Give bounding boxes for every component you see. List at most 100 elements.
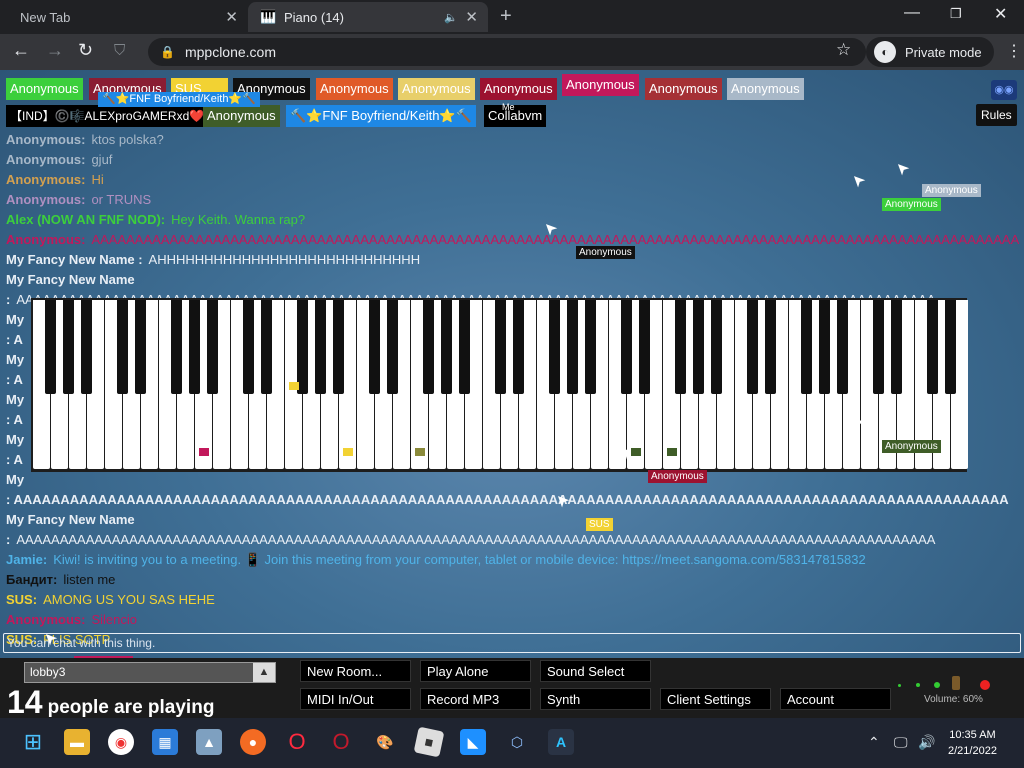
- photos-icon[interactable]: ▲: [196, 729, 222, 755]
- black-key[interactable]: [585, 300, 596, 394]
- black-key[interactable]: [135, 300, 146, 394]
- player-tag[interactable]: Anonymous: [480, 78, 557, 100]
- black-key[interactable]: [801, 300, 812, 394]
- roblox-icon[interactable]: ■: [413, 726, 445, 758]
- player-tag[interactable]: Anonymous: [203, 105, 280, 127]
- midi-button[interactable]: MIDI In/Out: [300, 688, 411, 710]
- tab-title: Piano (14): [284, 9, 344, 25]
- discord-icon[interactable]: ◉◉: [991, 80, 1017, 100]
- black-key[interactable]: [189, 300, 200, 394]
- player-tag[interactable]: Anonymous: [398, 78, 475, 100]
- play-alone-button[interactable]: Play Alone: [420, 660, 531, 682]
- black-key[interactable]: [927, 300, 938, 394]
- black-key[interactable]: [711, 300, 722, 394]
- player-tag[interactable]: Anonymous: [727, 78, 804, 100]
- black-key[interactable]: [261, 300, 272, 394]
- private-mode-badge[interactable]: ◐ Private mode: [866, 37, 994, 67]
- player-tag-self[interactable]: Collabvm: [484, 105, 547, 127]
- chrome-icon[interactable]: ◉: [108, 729, 134, 755]
- black-key[interactable]: [513, 300, 524, 394]
- network-icon[interactable]: 🖵: [894, 734, 908, 751]
- black-key[interactable]: [171, 300, 182, 394]
- black-key[interactable]: [387, 300, 398, 394]
- black-key[interactable]: [441, 300, 452, 394]
- firefox-icon[interactable]: ●: [240, 729, 266, 755]
- shield-icon[interactable]: ⛉: [114, 42, 125, 59]
- close-icon[interactable]: ✕: [465, 8, 478, 26]
- black-key[interactable]: [747, 300, 758, 394]
- store-icon[interactable]: ▦: [152, 729, 178, 755]
- player-tag[interactable]: 【IND】©️🎼ALEXproGAMERxd❤️⚔: [6, 105, 219, 127]
- black-key[interactable]: [639, 300, 650, 394]
- reload-icon[interactable]: ↻: [78, 40, 93, 61]
- black-key[interactable]: [117, 300, 128, 394]
- player-tag[interactable]: Anonymous: [645, 78, 722, 100]
- close-icon[interactable]: ✕: [225, 8, 238, 26]
- black-key[interactable]: [873, 300, 884, 394]
- chevron-up-icon[interactable]: ▲: [253, 663, 275, 682]
- file-explorer-icon[interactable]: ▬: [64, 729, 90, 755]
- speaker-icon[interactable]: 🔈: [444, 11, 458, 24]
- url-bar[interactable]: 🔒 mppclone.com: [148, 38, 866, 66]
- player-tag[interactable]: Anonymous: [6, 78, 83, 100]
- black-key[interactable]: [459, 300, 470, 394]
- black-key[interactable]: [243, 300, 254, 394]
- black-key[interactable]: [621, 300, 632, 394]
- black-key[interactable]: [819, 300, 830, 394]
- black-key[interactable]: [837, 300, 848, 394]
- black-key[interactable]: [81, 300, 92, 394]
- synth-button[interactable]: Synth: [540, 688, 651, 710]
- black-key[interactable]: [945, 300, 956, 394]
- chat-text: or TRUNS: [91, 192, 152, 207]
- black-key[interactable]: [567, 300, 578, 394]
- window-close-icon[interactable]: ✕: [994, 4, 1007, 24]
- black-key[interactable]: [495, 300, 506, 394]
- black-key[interactable]: [891, 300, 902, 394]
- player-tag[interactable]: 🔨⭐FNF Boyfriend/Keith⭐🔨: [286, 105, 476, 127]
- piano-keyboard[interactable]: [31, 298, 968, 472]
- volume-icon[interactable]: 🔊: [918, 734, 935, 751]
- black-key[interactable]: [765, 300, 776, 394]
- client-settings-button[interactable]: Client Settings: [660, 688, 771, 710]
- black-key[interactable]: [297, 300, 308, 394]
- opera-gx-icon[interactable]: O: [328, 729, 354, 755]
- chevron-up-icon[interactable]: ⌃: [868, 734, 880, 751]
- account-button[interactable]: Account: [780, 688, 891, 710]
- black-key[interactable]: [207, 300, 218, 394]
- black-key[interactable]: [423, 300, 434, 394]
- restore-icon[interactable]: ❐: [950, 6, 962, 22]
- new-room-button[interactable]: New Room...: [300, 660, 411, 682]
- black-key[interactable]: [693, 300, 704, 394]
- room-select[interactable]: lobby3 ▲: [24, 662, 276, 683]
- windows-start-icon[interactable]: ⊞: [20, 729, 46, 755]
- paint-icon[interactable]: 🎨: [372, 729, 398, 755]
- black-key[interactable]: [333, 300, 344, 394]
- virtualbox-icon[interactable]: ⬡: [504, 729, 530, 755]
- forward-icon[interactable]: →: [46, 40, 64, 61]
- black-key[interactable]: [549, 300, 560, 394]
- volume-knob[interactable]: [896, 676, 996, 692]
- tab-new-tab[interactable]: New Tab ✕: [0, 2, 248, 32]
- tab-piano[interactable]: 🎹 Piano (14) 🔈 ✕: [248, 2, 488, 32]
- new-tab-button[interactable]: +: [500, 5, 512, 28]
- back-icon[interactable]: ←: [12, 40, 30, 61]
- player-tag[interactable]: Anonymous: [316, 78, 393, 100]
- lock-icon[interactable]: 🔒: [160, 45, 175, 59]
- bookmark-star-icon[interactable]: ☆: [836, 40, 851, 60]
- rules-button[interactable]: Rules: [976, 104, 1017, 126]
- opera-icon[interactable]: O: [284, 729, 310, 755]
- menu-icon[interactable]: ⋮: [1006, 41, 1022, 61]
- player-tag[interactable]: Anonymous: [562, 74, 639, 96]
- black-key[interactable]: [369, 300, 380, 394]
- black-key[interactable]: [45, 300, 56, 394]
- sound-select-button[interactable]: Sound Select: [540, 660, 651, 682]
- chat-input[interactable]: You can chat with this thing.: [3, 633, 1021, 653]
- black-key[interactable]: [315, 300, 326, 394]
- app-icon[interactable]: ◣: [460, 729, 486, 755]
- record-mp3-button[interactable]: Record MP3: [420, 688, 531, 710]
- minimize-icon[interactable]: —: [904, 4, 920, 22]
- clock[interactable]: 10:35 AM 2/21/2022: [948, 727, 997, 759]
- app-a-icon[interactable]: A: [548, 729, 574, 755]
- black-key[interactable]: [63, 300, 74, 394]
- black-key[interactable]: [675, 300, 686, 394]
